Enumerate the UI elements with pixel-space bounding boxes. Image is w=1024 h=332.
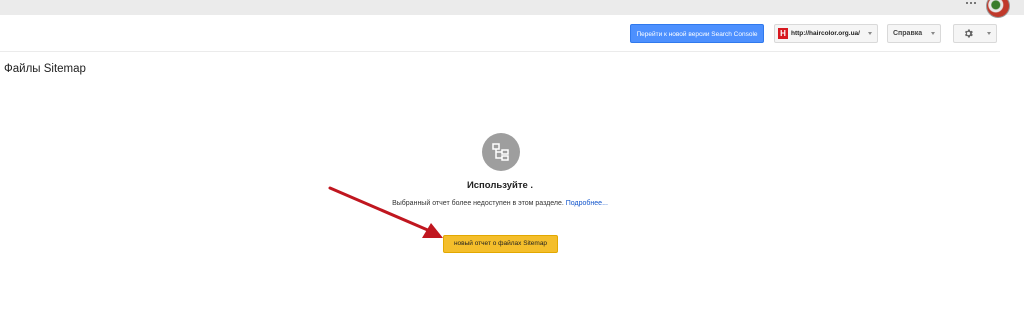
settings-button[interactable] (953, 24, 997, 43)
chevron-down-icon (987, 32, 991, 35)
site-selector[interactable]: H http://haircolor.org.ua/ (774, 24, 878, 43)
learn-more-link[interactable]: Подробнее... (566, 200, 608, 207)
sitemap-icon (482, 133, 520, 171)
chevron-down-icon (931, 32, 935, 35)
gear-icon (964, 29, 973, 38)
page-title: Файлы Sitemap (4, 63, 86, 75)
chevron-down-icon (868, 32, 872, 35)
new-sitemap-report-button[interactable]: новый отчет о файлах Sitemap (443, 235, 558, 253)
new-version-button[interactable]: Перейти к новой версии Search Console (630, 24, 764, 43)
red-arrow-annotation (328, 186, 443, 238)
site-selector-label: http://haircolor.org.ua/ (791, 30, 860, 37)
help-button[interactable]: Справка (887, 24, 941, 43)
toolbar: Перейти к новой версии Search Console H … (0, 15, 1000, 52)
site-favicon-icon: H (778, 28, 788, 39)
empty-state-description: Выбранный отчет более недоступен в этом … (0, 200, 1000, 207)
top-bar (0, 0, 1024, 18)
empty-state-title: Используйте . (466, 180, 534, 191)
apps-grid-icon[interactable] (966, 2, 976, 8)
help-label: Справка (893, 30, 923, 37)
